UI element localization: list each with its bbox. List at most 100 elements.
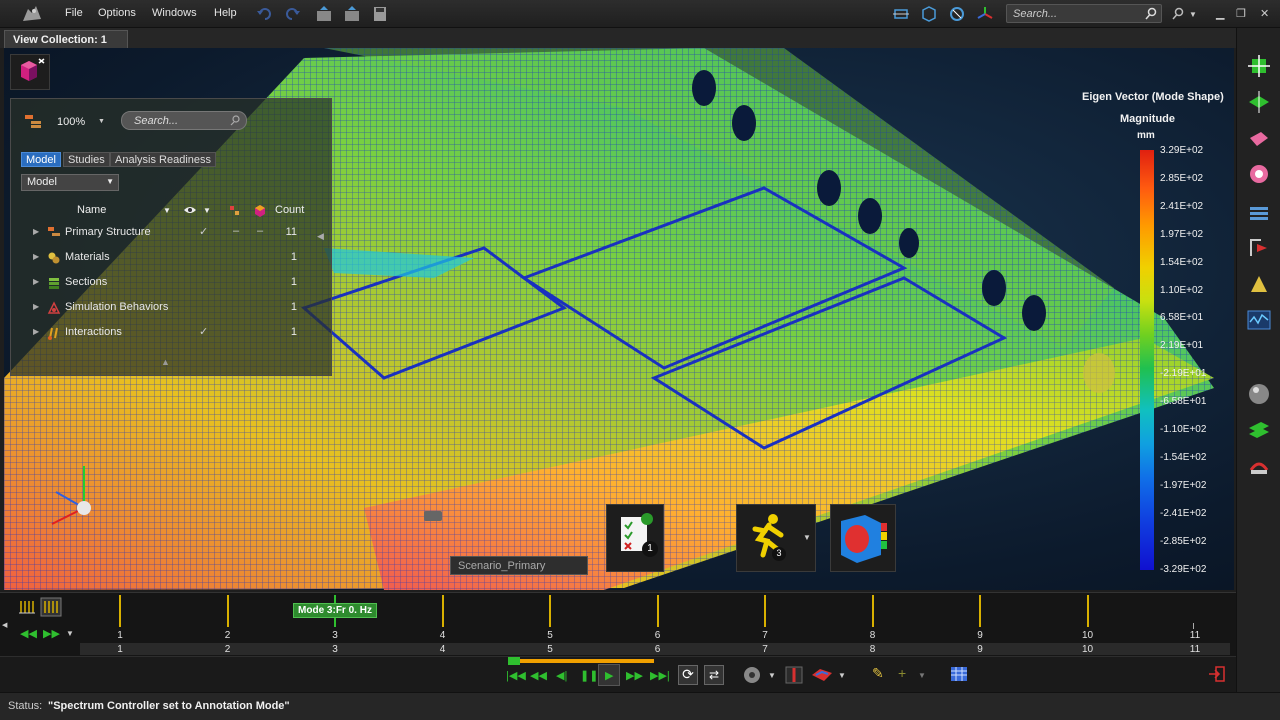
- timeline-mode-tick[interactable]: [549, 595, 551, 627]
- step-forward-icon[interactable]: ▶▶: [43, 627, 60, 640]
- fit-view-icon[interactable]: [892, 5, 910, 23]
- checklist-button[interactable]: 1: [606, 504, 664, 572]
- timeline-mode-tick[interactable]: [871, 595, 874, 627]
- run-dropdown-icon[interactable]: ▼: [803, 533, 811, 542]
- sort-icon[interactable]: ▼: [163, 206, 171, 215]
- surface-tool-icon[interactable]: [1247, 128, 1271, 152]
- results-plot-icon[interactable]: [1247, 308, 1271, 332]
- expand-arrow-icon[interactable]: ▶: [33, 227, 39, 236]
- expand-arrow-icon[interactable]: ▶: [33, 327, 39, 336]
- menu-windows[interactable]: Windows: [152, 7, 197, 19]
- save-icon[interactable]: [371, 5, 389, 23]
- global-search-input[interactable]: Search...: [1006, 4, 1162, 23]
- zoom-level[interactable]: 100%: [57, 116, 85, 128]
- timeline-mode-tick[interactable]: [441, 595, 444, 627]
- table-icon[interactable]: [950, 666, 968, 682]
- tab-analysis-readiness[interactable]: Analysis Readiness: [110, 152, 216, 167]
- browser-tree-icon[interactable]: [23, 113, 43, 129]
- timeline-frames-icon[interactable]: [40, 597, 62, 617]
- constraint-tool-icon[interactable]: [1247, 272, 1271, 296]
- pause-icon[interactable]: ❚❚: [580, 669, 598, 682]
- timeline-mode-tick[interactable]: [119, 595, 121, 627]
- section-tool-icon[interactable]: [1247, 418, 1271, 442]
- timeline-mode-tick[interactable]: [656, 595, 659, 627]
- axis-triad-icon[interactable]: [976, 5, 994, 23]
- visibility-dropdown-icon[interactable]: ▼: [203, 206, 211, 215]
- tab-model[interactable]: Model: [21, 152, 61, 167]
- import-icon[interactable]: [343, 5, 361, 23]
- expand-arrow-icon[interactable]: ▶: [33, 252, 39, 261]
- visibility-check[interactable]: ✓: [199, 225, 208, 238]
- timeline-bars-icon[interactable]: [18, 599, 36, 615]
- collapse-grip-icon[interactable]: ▲: [161, 357, 170, 367]
- search-dropdown-icon[interactable]: ▼: [1189, 10, 1197, 19]
- minimize-icon[interactable]: ▁: [1216, 7, 1224, 20]
- zoom-dropdown-icon[interactable]: ▼: [98, 118, 105, 125]
- model-browser-toggle[interactable]: [10, 54, 50, 90]
- play-icon[interactable]: ▶: [598, 664, 620, 686]
- open-icon[interactable]: [315, 5, 333, 23]
- tree-row-simulation-behaviors[interactable]: ▶ Simulation Behaviors 1: [11, 298, 331, 320]
- results-contour-button[interactable]: [830, 504, 896, 572]
- deformation-scale-icon[interactable]: [784, 665, 804, 685]
- menu-file[interactable]: File: [65, 7, 83, 19]
- timeline-expand-icon[interactable]: ◀: [2, 621, 7, 629]
- probe-dropdown-icon[interactable]: ▼: [918, 671, 926, 680]
- visibility-eye-icon[interactable]: [183, 205, 197, 215]
- material-sphere-icon[interactable]: [1247, 382, 1271, 406]
- view-collection-tab[interactable]: View Collection: 1: [4, 30, 128, 48]
- tree-row-materials[interactable]: ▶ Materials 1: [11, 248, 331, 270]
- contour-display-dropdown-icon[interactable]: ▼: [838, 671, 846, 680]
- scroll-left-icon[interactable]: ◀: [317, 231, 324, 242]
- animation-settings-dropdown-icon[interactable]: ▼: [768, 671, 776, 680]
- timeline-mode-tick[interactable]: [226, 595, 229, 627]
- close-icon[interactable]: ✕: [1260, 7, 1269, 20]
- contour-display-icon[interactable]: [810, 665, 834, 685]
- go-to-end-icon[interactable]: ▶▶|: [650, 669, 670, 682]
- menu-options[interactable]: Options: [98, 7, 136, 19]
- tree-row-sections[interactable]: ▶ Sections 1: [11, 273, 331, 295]
- plane-tool-icon[interactable]: [1247, 90, 1271, 114]
- current-mode-badge[interactable]: Mode 3:Fr 0. Hz: [293, 603, 377, 618]
- loop-icon[interactable]: ⟳: [678, 665, 698, 685]
- timeline-mode-tick[interactable]: [1086, 595, 1089, 627]
- tree-row-primary-structure[interactable]: ▶ Primary Structure ✓ – – 11: [11, 223, 331, 245]
- browser-search-input[interactable]: Search...: [121, 111, 247, 130]
- annotation-pencil-icon[interactable]: ✎: [872, 665, 884, 682]
- legend-color-bar[interactable]: [1140, 150, 1154, 570]
- view-cube-icon[interactable]: [920, 5, 938, 23]
- geometry-tool-icon[interactable]: [1247, 162, 1271, 186]
- tab-studies[interactable]: Studies: [63, 152, 110, 167]
- bounce-icon[interactable]: ⇄: [704, 665, 724, 685]
- timeline-mode-tick[interactable]: [764, 595, 766, 627]
- animation-settings-icon[interactable]: [740, 665, 764, 685]
- contact-tool-icon[interactable]: [1247, 454, 1271, 478]
- count-column-icon[interactable]: [253, 204, 267, 218]
- probe-icon[interactable]: +: [898, 665, 906, 681]
- scenario-label[interactable]: Scenario_Primary: [450, 556, 588, 575]
- playback-progress-handle[interactable]: [508, 657, 520, 665]
- restore-icon[interactable]: ❐: [1236, 7, 1246, 20]
- tree-row-interactions[interactable]: ▶ Interactions ✓ 1: [11, 323, 331, 345]
- search-options-icon[interactable]: [1172, 7, 1184, 21]
- column-count-header[interactable]: Count: [275, 204, 304, 216]
- fast-forward-icon[interactable]: ▶▶: [626, 669, 643, 682]
- column-name-header[interactable]: Name: [77, 204, 106, 216]
- exit-icon[interactable]: [1208, 666, 1226, 682]
- redo-icon[interactable]: [283, 5, 301, 23]
- mesh-tool-icon[interactable]: [1247, 54, 1271, 78]
- 3d-viewport[interactable]: 100% ▼ Search... Model Studies Analysis …: [4, 48, 1234, 590]
- go-to-start-icon[interactable]: |◀◀: [506, 669, 526, 682]
- step-back-icon[interactable]: ◀◀: [20, 627, 37, 640]
- run-button[interactable]: 3 ▼: [736, 504, 816, 572]
- loads-tool-icon[interactable]: [1247, 236, 1271, 260]
- expand-arrow-icon[interactable]: ▶: [33, 302, 39, 311]
- layers-tool-icon[interactable]: [1247, 202, 1271, 226]
- search-icon[interactable]: [1145, 7, 1157, 21]
- rotate-view-icon[interactable]: [948, 5, 966, 23]
- timeline-mode-tick[interactable]: [979, 595, 981, 627]
- mode-timeline[interactable]: ◀◀ ▶▶ ▼ ◀ 1 1 2 2 3 3 4 4 5 5 6 6 7 7 8 8 9 9 10 10 11 11 Mod…: [0, 592, 1236, 656]
- color-column-icon[interactable]: [229, 205, 241, 217]
- expand-arrow-icon[interactable]: ▶: [33, 277, 39, 286]
- timeline-dropdown-icon[interactable]: ▼: [66, 629, 74, 638]
